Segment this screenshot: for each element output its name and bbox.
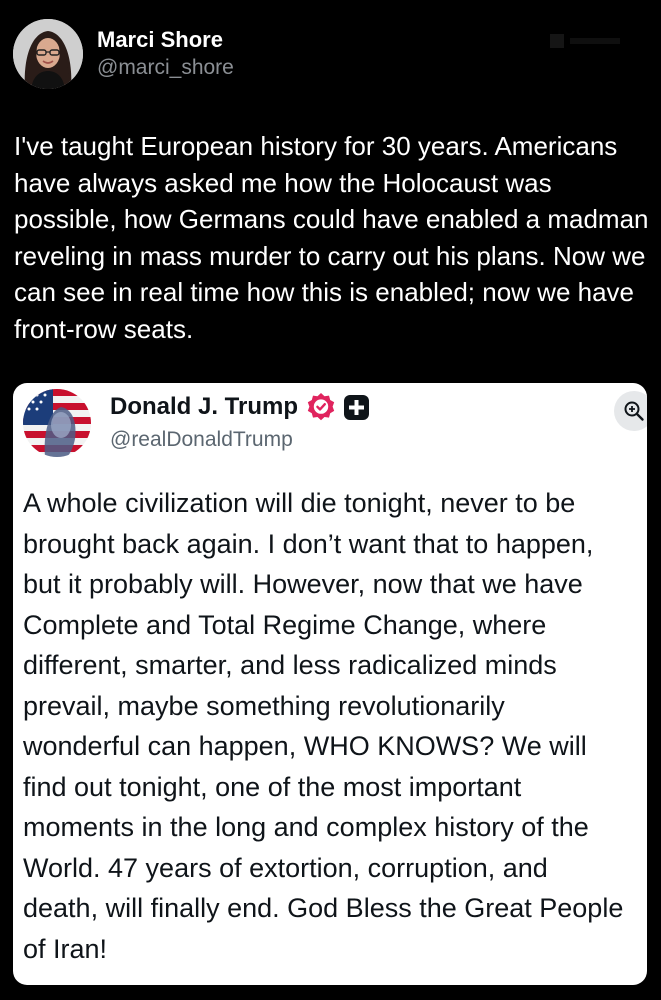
quoted-post-text: A whole civilization will die tonight, n…: [23, 488, 624, 964]
quoted-post-card[interactable]: Donald J. Trump @realDonaldTrump A whole…: [13, 383, 647, 985]
tweet-text: I've taught European history for 30 year…: [14, 131, 649, 344]
verified-badge-icon: [307, 393, 335, 421]
tweet-author[interactable]: Marci Shore @marci_shore: [13, 18, 234, 90]
zoom-in-icon: [624, 401, 644, 421]
quoted-avatar[interactable]: [23, 389, 91, 457]
watermark-logo: [550, 34, 620, 48]
avatar[interactable]: [13, 19, 83, 89]
quoted-handle[interactable]: @realDonaldTrump: [110, 425, 370, 455]
plus-square-icon: [344, 394, 370, 420]
quoted-display-name[interactable]: Donald J. Trump: [110, 391, 298, 423]
author-handle[interactable]: @marci_shore: [97, 54, 234, 82]
tweet: Marci Shore @marci_shore I've taught Eur…: [0, 0, 661, 1000]
author-display-name[interactable]: Marci Shore: [97, 26, 234, 54]
zoom-button[interactable]: [614, 391, 647, 431]
